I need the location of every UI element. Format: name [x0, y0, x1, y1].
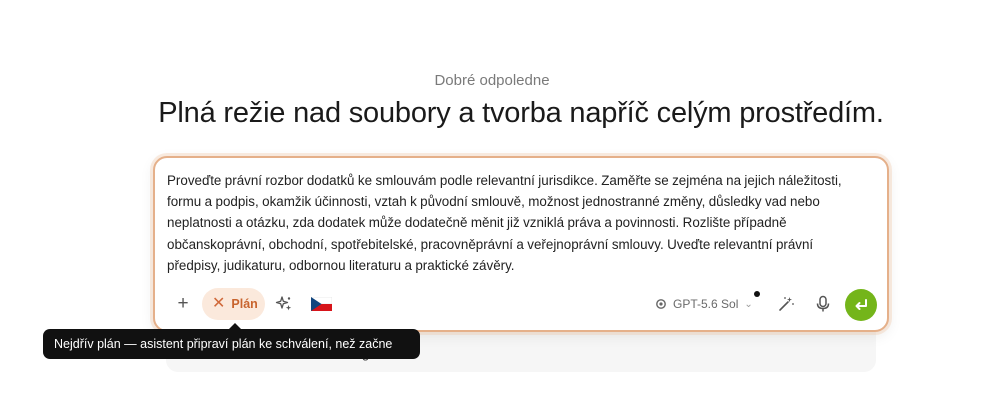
model-selector[interactable]: GPT-5.6 Sol ⌄ — [655, 294, 753, 314]
status-dot — [754, 291, 760, 297]
model-icon — [656, 299, 666, 309]
plan-tooltip: Nejdřív plán — asistent připraví plán ke… — [43, 329, 420, 381]
chevron-down-icon: ⌄ — [744, 298, 753, 310]
plan-mode-chip[interactable]: ✕ Plán — [202, 288, 265, 320]
plan-chip-label: Plán — [231, 297, 258, 311]
model-name: GPT-5.6 Sol — [673, 297, 739, 311]
czech-flag-icon[interactable] — [310, 296, 333, 311]
prompt-textarea[interactable]: Proveďte právní rozbor dodatků ke smlouv… — [167, 170, 879, 276]
sparkle-icon[interactable] — [275, 295, 293, 313]
magic-wand-icon[interactable] — [777, 295, 795, 313]
send-button[interactable] — [845, 289, 877, 321]
add-attachment-button[interactable]: + — [172, 293, 194, 315]
enter-arrow-icon — [855, 299, 867, 310]
prompt-composer: Proveďte právní rozbor dodatků ke smlouv… — [153, 156, 889, 332]
greeting-text: Dobré odpoledne — [434, 72, 550, 89]
close-icon[interactable]: ✕ — [212, 296, 225, 312]
microphone-icon[interactable] — [815, 295, 831, 313]
page-headline: Plná režie nad soubory a tvorba napříč c… — [158, 97, 884, 129]
